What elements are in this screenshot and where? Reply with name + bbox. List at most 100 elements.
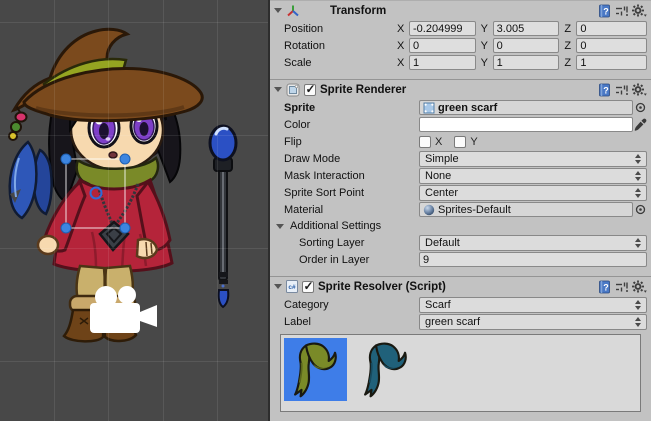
scale-y-field[interactable]: 1: [493, 55, 560, 70]
additional-settings-label: Additional Settings: [290, 220, 381, 232]
axis-x-label: X: [397, 23, 406, 35]
rotation-y-field[interactable]: 0: [493, 38, 560, 53]
object-picker-icon[interactable]: [635, 204, 646, 215]
transform-header[interactable]: Transform ?: [270, 1, 651, 20]
enabled-checkbox[interactable]: [302, 281, 314, 293]
transform-icon: [286, 4, 300, 18]
position-x-field[interactable]: -0.204999: [409, 21, 476, 36]
category-row: Category Scarf: [270, 296, 651, 313]
field-label: Category: [284, 299, 419, 311]
preset-icon[interactable]: [615, 84, 628, 96]
mask-interaction-row: Mask Interaction None: [270, 167, 651, 184]
axis-y-label: Y: [481, 57, 490, 69]
rotation-z-field[interactable]: 0: [576, 38, 647, 53]
color-row: Color: [270, 116, 651, 133]
sprite-sort-point-row: Sprite Sort Point Center: [270, 184, 651, 201]
axis-x-label: X: [397, 40, 406, 52]
field-label: Order in Layer: [299, 254, 419, 266]
sprite-resolver-header[interactable]: c# Sprite Resolver (Script) ?: [270, 277, 651, 296]
svg-text:?: ?: [603, 6, 609, 16]
sprite-renderer-component: Sprite Renderer ? Sprite green scarf Col…: [270, 80, 651, 277]
flip-row: Flip X Y: [270, 133, 651, 150]
flip-y-checkbox[interactable]: [454, 136, 466, 148]
help-icon[interactable]: ?: [597, 83, 611, 97]
order-in-layer-row: Order in Layer 9: [270, 251, 651, 268]
staff-sprite: [210, 126, 236, 307]
material-object-field[interactable]: Sprites-Default: [419, 202, 633, 217]
svg-text:?: ?: [603, 282, 609, 292]
unity-editor-window: Transform ? Position X-0.204999 Y3.005 Z…: [0, 0, 651, 421]
position-row: Position X-0.204999 Y3.005 Z0: [270, 20, 651, 37]
foldout-icon[interactable]: [274, 284, 282, 289]
svg-text:?: ?: [603, 85, 609, 95]
field-label: Scale: [284, 57, 397, 69]
position-z-field[interactable]: 0: [576, 21, 647, 36]
gear-icon[interactable]: [632, 280, 647, 293]
selection-handle[interactable]: [120, 223, 130, 233]
field-label: Position: [284, 23, 397, 35]
enabled-checkbox[interactable]: [304, 84, 316, 96]
eyedropper-icon[interactable]: [634, 118, 647, 131]
rotation-x-field[interactable]: 0: [409, 38, 476, 53]
selection-handle[interactable]: [120, 154, 130, 164]
category-dropdown[interactable]: Scarf: [419, 297, 647, 313]
material-row: Material Sprites-Default: [270, 201, 651, 218]
field-label: Rotation: [284, 40, 397, 52]
dropdown-value: Default: [425, 237, 460, 249]
dropdown-value: green scarf: [425, 316, 480, 328]
label-row: Label green scarf: [270, 313, 651, 330]
field-label: Material: [284, 204, 419, 216]
help-icon[interactable]: ?: [597, 4, 611, 18]
selection-handle[interactable]: [61, 154, 71, 164]
position-y-field[interactable]: 3.005: [493, 21, 560, 36]
mouth: [109, 152, 117, 158]
camera-gizmo-icon[interactable]: [90, 286, 157, 333]
svg-text:c#: c#: [288, 284, 296, 291]
gear-icon[interactable]: [632, 83, 647, 96]
sorting-layer-dropdown[interactable]: Default: [419, 235, 647, 251]
selection-handle[interactable]: [61, 223, 71, 233]
preset-icon[interactable]: [615, 5, 628, 17]
component-title: Sprite Resolver (Script): [318, 281, 446, 293]
order-in-layer-field[interactable]: 9: [419, 252, 647, 267]
preset-icon[interactable]: [615, 281, 628, 293]
sprite-icon: [423, 102, 435, 114]
scene-canvas[interactable]: [0, 0, 268, 421]
sprite-renderer-header[interactable]: Sprite Renderer ?: [270, 80, 651, 99]
axis-x-label: X: [397, 57, 406, 69]
draw-mode-dropdown[interactable]: Simple: [419, 151, 647, 167]
gear-icon[interactable]: [632, 4, 647, 17]
foldout-icon[interactable]: [274, 8, 282, 13]
hat-ornament: [9, 107, 52, 218]
field-label: Color: [284, 119, 419, 131]
object-picker-icon[interactable]: [635, 102, 646, 113]
field-label: Sprite: [284, 102, 419, 114]
script-icon: c#: [286, 280, 298, 293]
inspector-panel: Transform ? Position X-0.204999 Y3.005 Z…: [270, 0, 651, 421]
axis-y-label: Y: [481, 23, 490, 35]
sprite-row: Sprite green scarf: [270, 99, 651, 116]
blue-scarf-thumbnail[interactable]: [354, 338, 417, 401]
sprite-object-field[interactable]: green scarf: [419, 100, 633, 115]
help-icon[interactable]: ?: [597, 280, 611, 294]
field-label: Draw Mode: [284, 153, 419, 165]
additional-settings-foldout[interactable]: Additional Settings: [270, 218, 651, 234]
dropdown-value: Center: [425, 187, 458, 199]
label-dropdown[interactable]: green scarf: [419, 314, 647, 330]
green-scarf-thumbnail[interactable]: [284, 338, 347, 401]
foldout-icon[interactable]: [276, 224, 284, 229]
scale-x-field[interactable]: 1: [409, 55, 476, 70]
dropdown-value: None: [425, 170, 451, 182]
scene-view[interactable]: [0, 0, 268, 421]
foldout-icon[interactable]: [274, 87, 282, 92]
sprite-sort-point-dropdown[interactable]: Center: [419, 185, 647, 201]
scale-row: Scale X1 Y1 Z1: [270, 54, 651, 71]
flip-x-checkbox[interactable]: [419, 136, 431, 148]
color-swatch-field[interactable]: [419, 117, 633, 132]
flip-x-label: X: [435, 136, 442, 148]
material-sphere-icon: [423, 204, 435, 216]
sorting-layer-row: Sorting Layer Default: [270, 234, 651, 251]
scale-z-field[interactable]: 1: [576, 55, 647, 70]
mask-interaction-dropdown[interactable]: None: [419, 168, 647, 184]
transform-component: Transform ? Position X-0.204999 Y3.005 Z…: [270, 0, 651, 80]
